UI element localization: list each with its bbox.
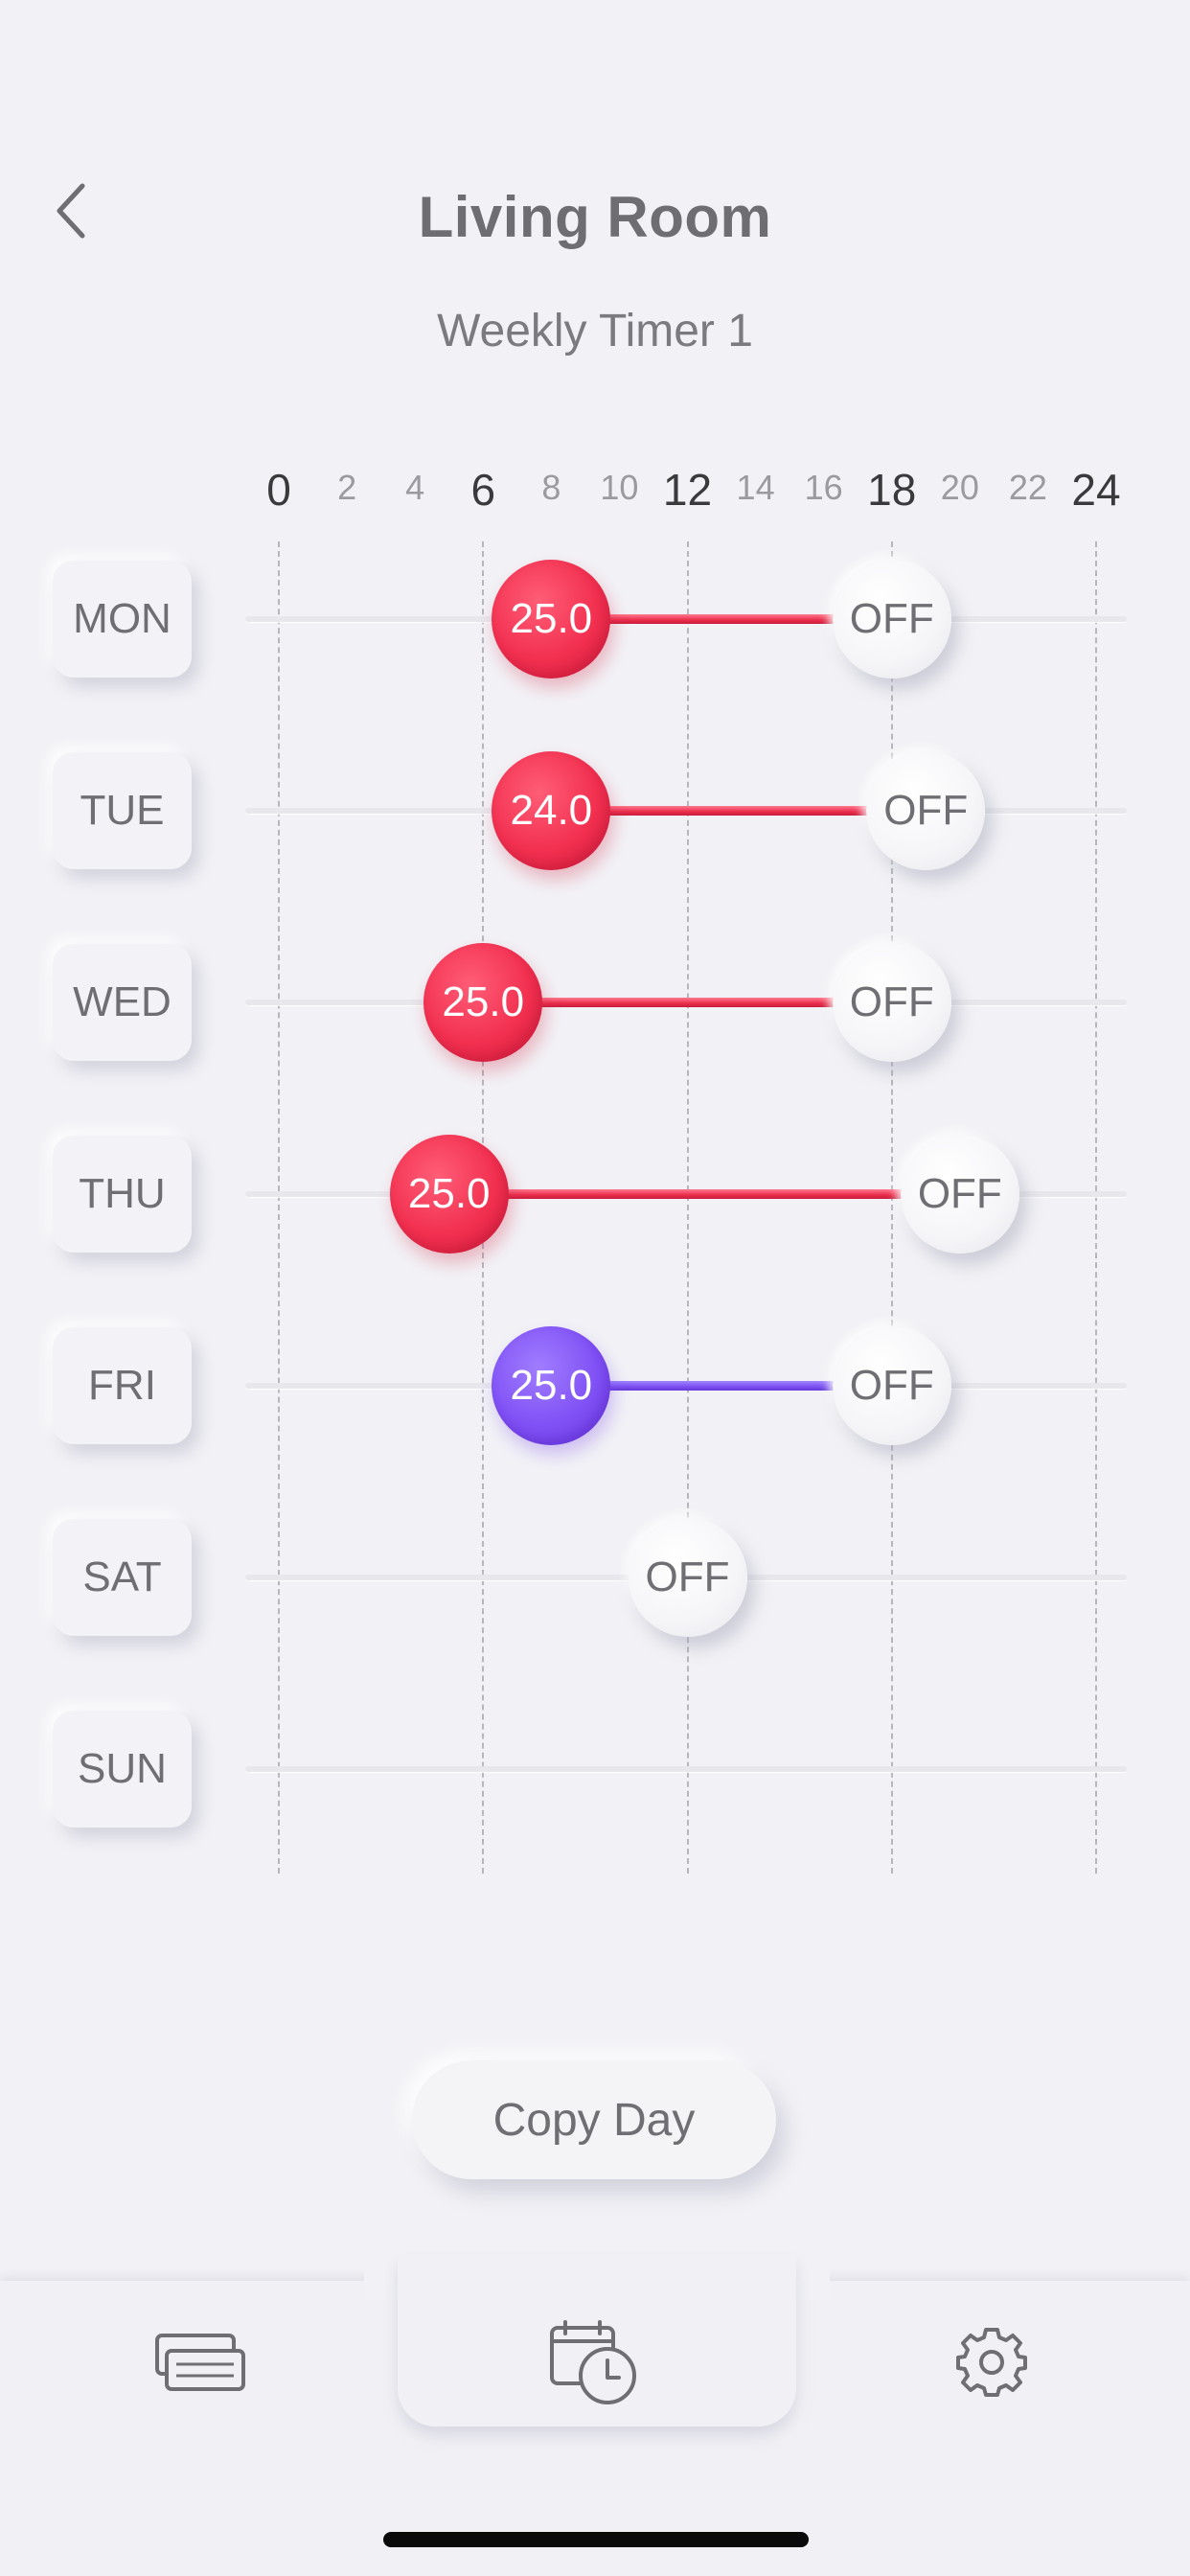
tab-settings[interactable] (934, 2310, 1049, 2415)
day-button-tue[interactable]: TUE (53, 752, 192, 869)
hour-tick-label: 4 (405, 468, 425, 507)
calendar-clock-icon (550, 2320, 636, 2404)
hour-tick-label: 6 (470, 465, 496, 515)
day-button-sun[interactable]: SUN (53, 1711, 192, 1828)
on-temperature-knob[interactable]: 25.0 (492, 1326, 611, 1445)
air-conditioner-icon (155, 2334, 245, 2391)
weekly-timer-screen: Living Room Weekly Timer 1 0 2 4 6 8 10 12 14 16… (0, 0, 1190, 2576)
hour-tick-label: 0 (266, 465, 291, 515)
hour-tick-label: 2 (337, 468, 357, 507)
hour-gridline (1095, 541, 1097, 1874)
on-temperature-knob[interactable]: 25.0 (423, 943, 543, 1062)
page-title: Living Room (418, 185, 772, 249)
hour-gridline (278, 541, 280, 1874)
on-temperature-knob[interactable]: 24.0 (492, 751, 611, 870)
hour-tick-label: 8 (541, 468, 561, 507)
off-time-knob[interactable]: OFF (900, 1135, 1019, 1254)
on-temperature-knob[interactable]: 25.0 (492, 560, 611, 678)
hour-tick-label: 16 (804, 468, 843, 507)
day-track[interactable] (245, 1766, 1127, 1772)
hour-tick-label: 10 (600, 468, 639, 507)
gear-icon (956, 2328, 1027, 2397)
hour-gridline (890, 541, 893, 1874)
home-indicator (383, 2532, 809, 2547)
tab-devices[interactable] (142, 2310, 257, 2415)
hour-tick-label: 14 (736, 468, 775, 507)
copy-day-button[interactable]: Copy Day (412, 2060, 776, 2179)
day-button-fri[interactable]: FRI (53, 1327, 192, 1444)
hour-tick-label: 18 (867, 465, 917, 515)
tab-timer[interactable] (537, 2310, 652, 2415)
off-time-knob[interactable]: OFF (832, 943, 951, 1062)
day-button-mon[interactable]: MON (53, 561, 192, 678)
hour-tick-label: 20 (940, 468, 979, 507)
hour-tick-label: 12 (662, 465, 713, 515)
day-button-sat[interactable]: SAT (53, 1519, 192, 1636)
schedule-bar (483, 998, 892, 1007)
day-button-wed[interactable]: WED (53, 944, 192, 1061)
hour-gridline (686, 541, 689, 1874)
page-subtitle: Weekly Timer 1 (437, 306, 753, 356)
hour-tick-label: 24 (1071, 465, 1121, 515)
hour-tick-label: 22 (1008, 468, 1047, 507)
off-time-knob[interactable]: OFF (832, 560, 951, 678)
schedule-bar (448, 1189, 960, 1199)
off-time-knob[interactable]: OFF (628, 1518, 747, 1637)
day-button-thu[interactable]: THU (53, 1136, 192, 1253)
off-time-knob[interactable]: OFF (866, 751, 986, 870)
off-time-knob[interactable]: OFF (832, 1326, 951, 1445)
on-temperature-knob[interactable]: 25.0 (389, 1135, 509, 1254)
